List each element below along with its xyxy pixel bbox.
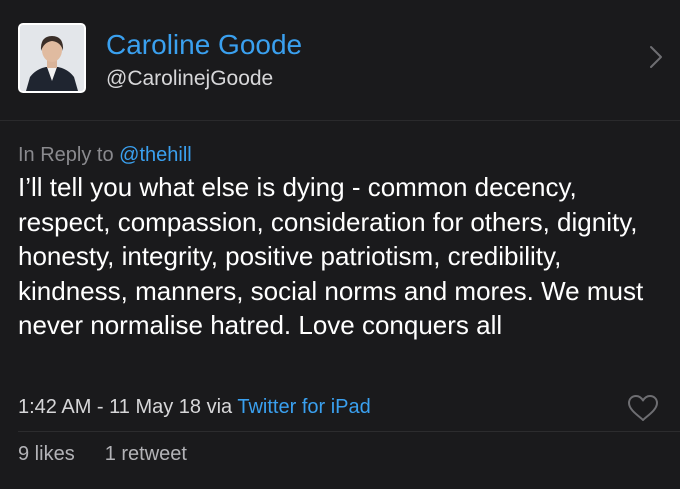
source-link[interactable]: Twitter for iPad <box>237 396 370 418</box>
profile-header[interactable]: Caroline Goode @CarolinejGoode <box>0 0 680 121</box>
chevron-right-icon[interactable] <box>648 44 664 70</box>
reply-mention-link[interactable]: @thehill <box>119 144 192 166</box>
display-name[interactable]: Caroline Goode <box>106 29 302 61</box>
avatar-portrait-icon <box>20 25 84 91</box>
avatar[interactable] <box>18 23 86 93</box>
tweet-body: In Reply to @thehill I’ll tell you what … <box>0 121 680 489</box>
tweet-meta: 1:42 AM - 11 May 18 via Twitter for iPad <box>18 394 371 420</box>
tweet-text: I’ll tell you what else is dying - commo… <box>18 172 644 340</box>
heart-outline-icon[interactable] <box>626 393 660 423</box>
tweet-timestamp: 1:42 AM - 11 May 18 via <box>18 396 238 418</box>
divider <box>18 431 680 432</box>
tweet-detail-screen: Caroline Goode @CarolinejGoode In Reply … <box>0 0 680 489</box>
reply-prefix-label: In Reply to <box>18 144 120 166</box>
likes-count[interactable]: 9 likes <box>18 441 75 467</box>
retweets-count[interactable]: 1 retweet <box>105 441 187 467</box>
reply-context: In Reply to @thehill <box>18 143 192 167</box>
tweet-stats: 9 likes 1 retweet <box>18 441 187 467</box>
user-handle: @CarolinejGoode <box>106 67 274 90</box>
